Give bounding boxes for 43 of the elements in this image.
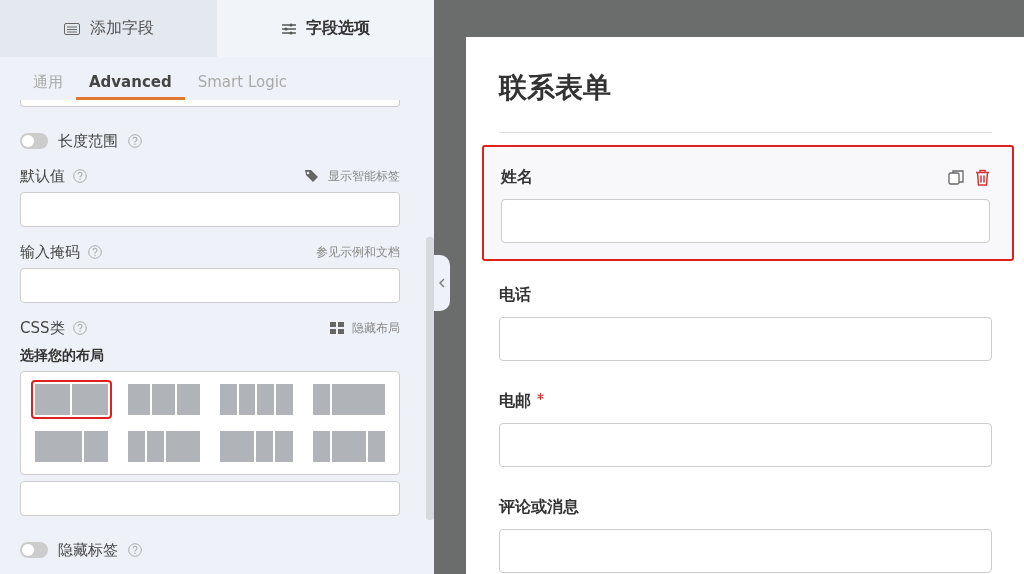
collapse-handle[interactable] (434, 255, 450, 311)
field-label: 姓名 (501, 166, 533, 188)
sliders-icon (281, 22, 296, 35)
selected-field[interactable]: 姓名 (482, 145, 1014, 261)
help-icon[interactable] (73, 169, 87, 183)
grid-icon (330, 322, 344, 334)
toggle-switch[interactable] (20, 133, 48, 149)
form-title: 联系表单 (499, 70, 612, 106)
list-icon (63, 22, 80, 35)
sub-tab[interactable]: Smart Logic (184, 57, 301, 100)
input-field[interactable] (20, 481, 400, 516)
input-field[interactable] (20, 268, 400, 303)
help-icon[interactable] (128, 543, 142, 557)
setting-label: 默认值 (20, 166, 65, 186)
setting-label: 长度范围 (58, 131, 118, 151)
action-link[interactable]: 显示智能标签 (328, 167, 400, 185)
input-field[interactable] (20, 192, 400, 227)
input-field[interactable] (499, 317, 992, 361)
input-field[interactable] (20, 100, 400, 107)
action-link[interactable]: 隐藏布局 (352, 319, 400, 337)
input-field[interactable] (501, 199, 990, 243)
delete-icon[interactable] (975, 168, 990, 186)
field-label: 电话 (499, 284, 531, 306)
layout-heading: 选择您的布局 (20, 347, 105, 365)
help-icon[interactable] (88, 245, 102, 259)
tag-icon (304, 169, 320, 183)
toggle-switch[interactable] (20, 542, 48, 558)
setting-label: 隐藏标签 (58, 540, 118, 560)
setting-label: CSS类 (20, 318, 65, 338)
sub-tab[interactable]: 通用 (20, 57, 76, 100)
setting-label: 输入掩码 (20, 242, 80, 262)
field-label: 电邮 (499, 390, 531, 412)
action-link[interactable]: 参见示例和文档 (316, 243, 400, 261)
scrollbar[interactable] (426, 237, 434, 520)
input-field[interactable] (499, 529, 992, 573)
help-icon[interactable] (128, 134, 142, 148)
layout-option[interactable] (31, 380, 112, 419)
input-field[interactable] (499, 423, 992, 467)
help-icon[interactable] (72, 321, 87, 335)
duplicate-icon[interactable] (948, 168, 965, 186)
chevron-left-icon (439, 278, 445, 288)
field-label: 评论或消息 (499, 496, 579, 518)
panel-tab[interactable]: 添加字段 (0, 0, 217, 57)
